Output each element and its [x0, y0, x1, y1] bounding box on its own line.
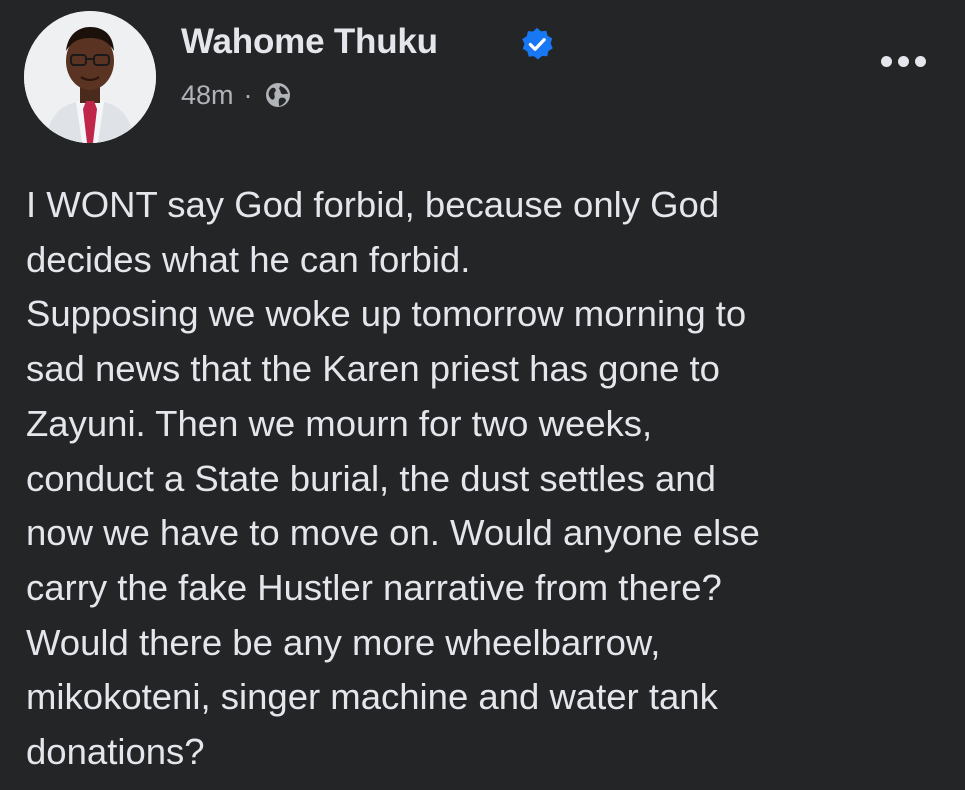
post-text-line: mikokoteni, singer machine and water tan…	[26, 676, 718, 718]
post-text-line: carry the fake Hustler narrative from th…	[26, 566, 722, 608]
author-name[interactable]: Wahome Thuku	[181, 22, 438, 62]
post-text: I WONT say God forbid, because only God …	[26, 178, 946, 780]
post-text-line: Would there be any more wheelbarrow,	[26, 621, 661, 663]
avatar-image	[24, 11, 156, 143]
post-text-line: conduct a State burial, the dust settles…	[26, 457, 716, 499]
post-text-line: Supposing we woke up tomorrow morning to	[26, 293, 747, 335]
post-text-line: donations?	[26, 731, 205, 773]
more-dot	[914, 55, 926, 67]
meta-separator: ·	[243, 79, 253, 110]
post-text-line: decides what he can forbid.	[26, 238, 471, 280]
more-dot	[897, 55, 909, 67]
post-text-line: I WONT say God forbid, because only God	[26, 184, 720, 225]
more-options-icon[interactable]	[868, 46, 938, 76]
post-meta: 48m ·	[181, 78, 293, 112]
facebook-post: Wahome Thuku 48m · I WONT say God forbid…	[0, 0, 965, 790]
verified-badge-icon	[522, 27, 553, 60]
more-dot	[880, 55, 892, 67]
post-text-line: now we have to move on. Would anyone els…	[26, 512, 760, 554]
post-timestamp[interactable]: 48m	[181, 80, 234, 111]
author-avatar[interactable]	[24, 11, 156, 143]
post-text-line: sad news that the Karen priest has gone …	[26, 348, 720, 390]
post-text-line: Zayuni. Then we mourn for two weeks,	[26, 402, 653, 444]
globe-icon[interactable]	[263, 80, 293, 110]
